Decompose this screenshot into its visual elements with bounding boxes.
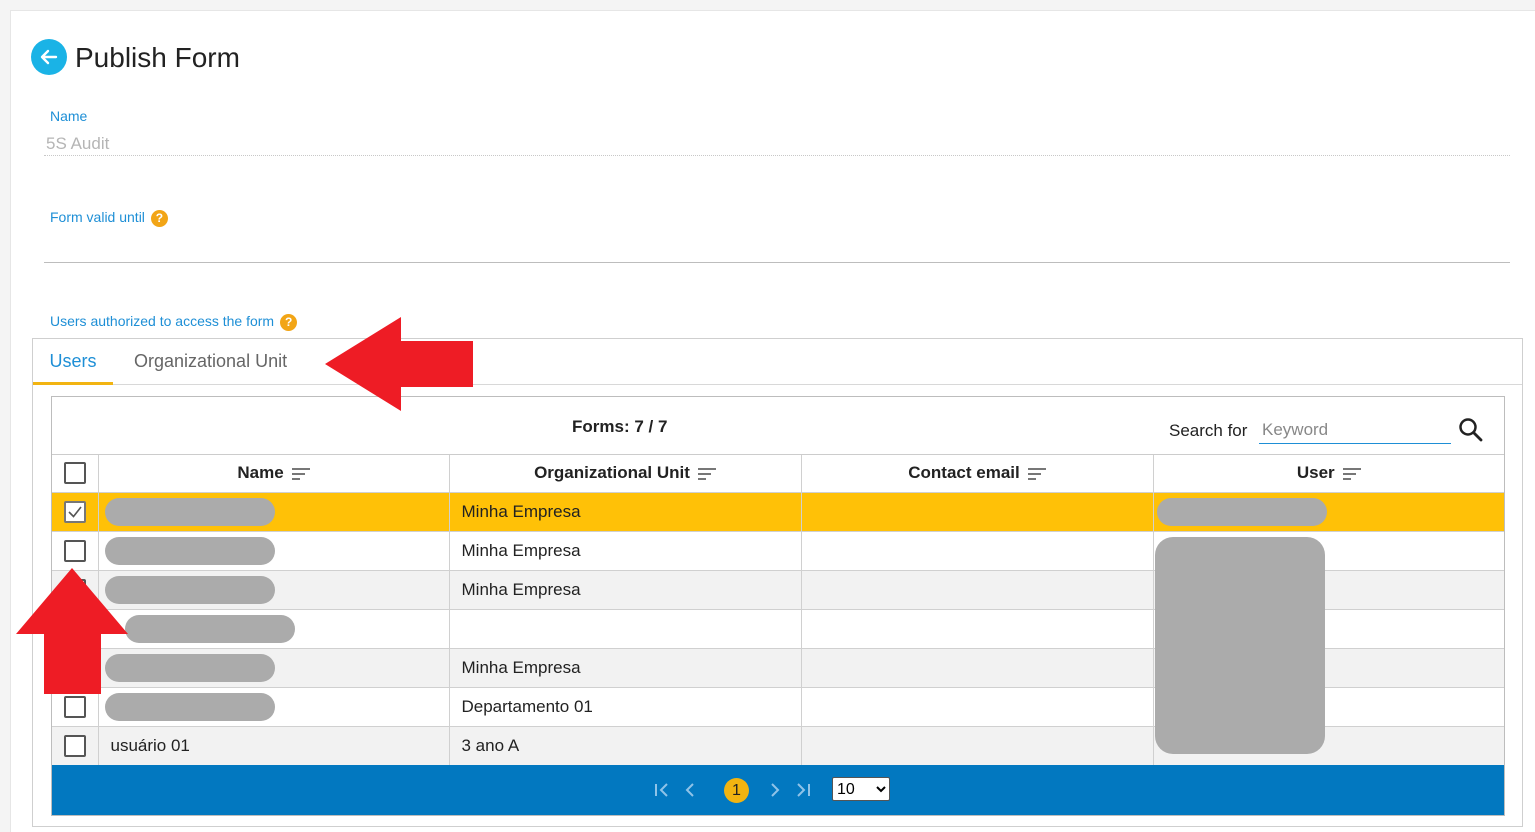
checkmark-icon (68, 506, 82, 518)
sort-icon[interactable] (1342, 467, 1361, 481)
page-number-current[interactable]: 1 (724, 778, 749, 803)
arrow-left-icon (40, 49, 58, 65)
row-checkbox[interactable] (63, 695, 86, 718)
first-page-icon[interactable] (650, 778, 674, 802)
redacted-name (104, 536, 275, 565)
valid-until-label-text: Form valid until (50, 209, 145, 225)
table-row[interactable]: Minha Empresa (52, 492, 1504, 532)
name-label: Name (50, 108, 88, 124)
name-field-underline (44, 155, 1510, 156)
page-title: Publish Form (75, 42, 240, 73)
cell-organizational-unit: Minha Empresa (449, 648, 802, 688)
search-input[interactable] (1259, 416, 1451, 444)
users-grid: Forms: 7 / 7 Search for Name Organizatio… (51, 396, 1505, 816)
access-panel: Users Organizational Unit Forms: 7 / 7 S… (32, 338, 1523, 827)
select-all-checkbox[interactable] (63, 462, 86, 485)
cell-organizational-unit (449, 609, 802, 649)
row-checkbox[interactable] (63, 500, 86, 523)
cell-name (98, 492, 450, 532)
row-checkbox[interactable] (63, 539, 86, 562)
cell-name (98, 531, 450, 571)
tab-users[interactable]: Users (33, 339, 113, 385)
column-header-contact-email[interactable]: Contact email (801, 455, 1154, 493)
previous-page-icon[interactable] (678, 778, 702, 802)
cell-contact-email (801, 687, 1154, 727)
redacted-name (104, 575, 275, 604)
grid-toolbar: Forms: 7 / 7 Search for (52, 397, 1504, 455)
cell-contact-email (801, 492, 1154, 532)
back-button[interactable] (31, 39, 67, 75)
column-header-name[interactable]: Name (98, 455, 450, 493)
cell-organizational-unit: Minha Empresa (449, 531, 802, 571)
cell-contact-email (801, 609, 1154, 649)
cell-contact-email (801, 726, 1154, 766)
name-field[interactable]: 5S Audit (46, 134, 109, 154)
search-icon[interactable] (1456, 415, 1486, 445)
cell-organizational-unit: Minha Empresa (449, 492, 802, 532)
column-header-label: Organizational Unit (534, 463, 690, 483)
redacted-name (104, 497, 275, 526)
cell-user (1153, 492, 1504, 532)
row-checkbox-cell (52, 492, 99, 532)
help-icon[interactable]: ? (150, 209, 168, 227)
cell-name: usuário 01 (98, 726, 450, 766)
help-icon[interactable]: ? (280, 313, 298, 331)
column-header-label: Name (237, 463, 284, 483)
column-header-label: Contact email (908, 463, 1020, 483)
pagination-bar: 1 10 (52, 765, 1504, 815)
publish-form-page: Publish Form Name 5S Audit Form valid un… (10, 10, 1535, 832)
search-label: Search for (1169, 421, 1248, 440)
forms-count: Forms: 7 / 7 (572, 417, 668, 436)
redacted-user-block (1155, 537, 1325, 754)
sort-icon[interactable] (697, 467, 716, 481)
page-size-select[interactable]: 10 (832, 777, 890, 801)
table-header-row: Name Organizational Unit Contact email U… (52, 455, 1504, 493)
red-arrow-up-icon (16, 568, 128, 694)
column-header-user[interactable]: User (1153, 455, 1504, 493)
redacted-user (1156, 497, 1327, 526)
sort-icon[interactable] (1027, 467, 1046, 481)
cell-name (98, 570, 450, 610)
row-checkbox-cell (52, 531, 99, 571)
redacted-name (104, 653, 275, 682)
redacted-name (104, 692, 275, 721)
column-header-organizational-unit[interactable]: Organizational Unit (449, 455, 802, 493)
cell-contact-email (801, 531, 1154, 571)
red-arrow-left-icon (325, 317, 473, 411)
valid-until-field[interactable] (44, 262, 1510, 263)
select-all-cell (52, 455, 99, 493)
cell-organizational-unit: Minha Empresa (449, 570, 802, 610)
last-page-icon[interactable] (791, 778, 815, 802)
cell-name (98, 648, 450, 688)
cell-organizational-unit: Departamento 01 (449, 687, 802, 727)
tab-bar: Users Organizational Unit (33, 339, 1522, 385)
users-authorized-label: Users authorized to access the form? (50, 313, 298, 331)
redacted-name (124, 614, 295, 643)
next-page-icon[interactable] (763, 778, 787, 802)
cell-contact-email (801, 570, 1154, 610)
row-checkbox[interactable] (63, 734, 86, 757)
cell-name (98, 609, 450, 649)
valid-until-label: Form valid until? (50, 209, 168, 227)
cell-contact-email (801, 648, 1154, 688)
cell-name (98, 687, 450, 727)
row-checkbox-cell (52, 726, 99, 766)
tab-organizational-unit[interactable]: Organizational Unit (134, 339, 287, 385)
users-authorized-label-text: Users authorized to access the form (50, 313, 275, 329)
sort-icon[interactable] (291, 467, 310, 481)
cell-organizational-unit: 3 ano A (449, 726, 802, 766)
column-header-label: User (1296, 463, 1335, 483)
